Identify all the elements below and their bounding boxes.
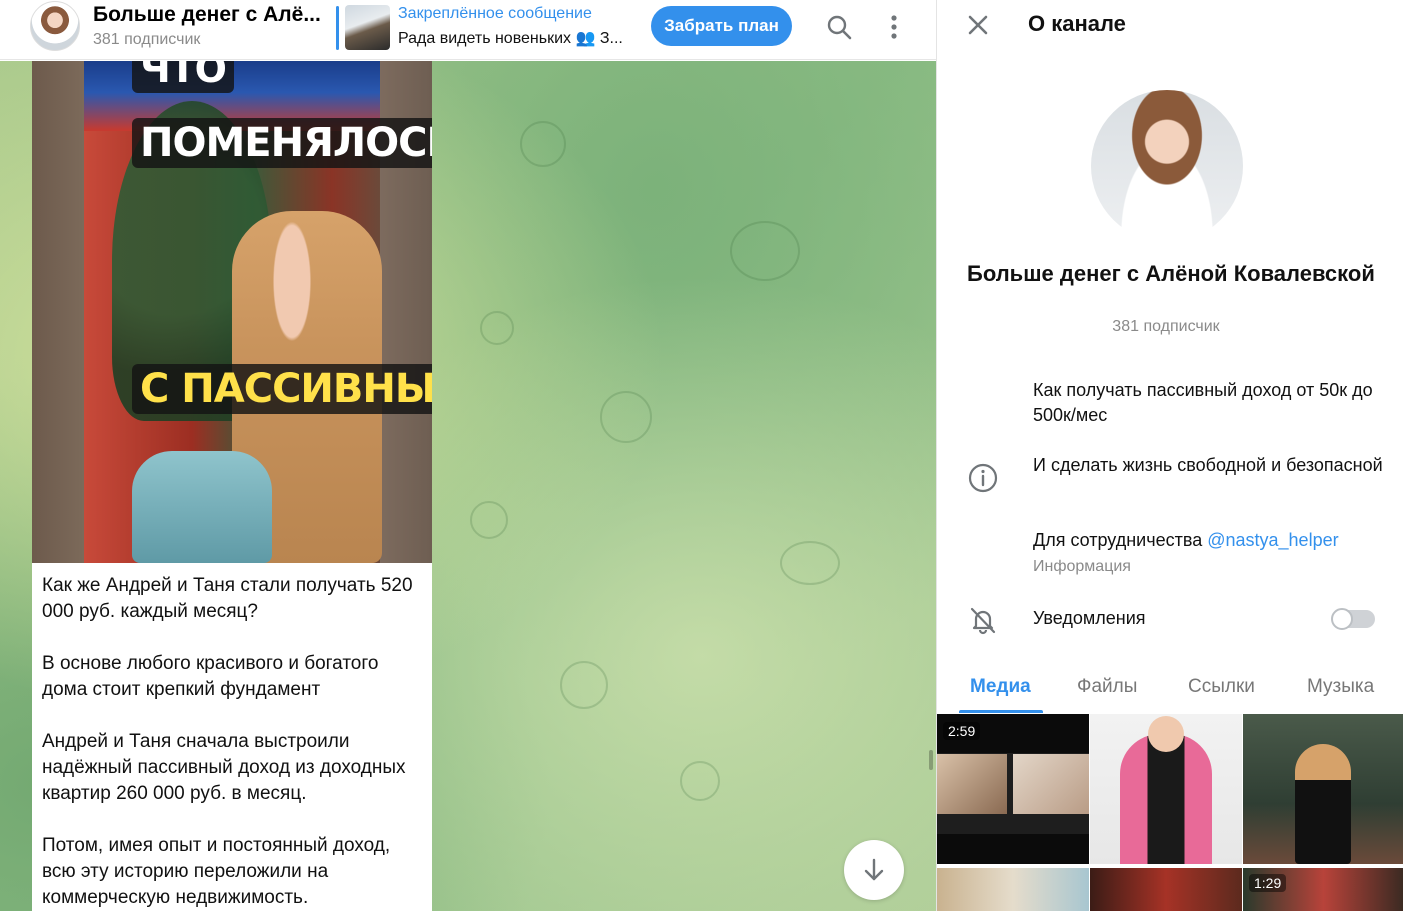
more-vertical-icon[interactable] bbox=[879, 12, 909, 42]
channel-title[interactable]: Больше денег с Алё... bbox=[93, 3, 321, 27]
channel-description-line: И сделать жизнь свободной и безопасной bbox=[1033, 455, 1383, 475]
photo-face bbox=[1148, 716, 1184, 752]
media-thumbnail[interactable] bbox=[1090, 714, 1242, 864]
background-doodle bbox=[470, 501, 508, 539]
cooperation-text: Для сотрудничества bbox=[1033, 530, 1203, 550]
notifications-toggle[interactable] bbox=[1331, 608, 1375, 630]
video-chair bbox=[132, 451, 272, 563]
media-thumbnail[interactable] bbox=[1090, 868, 1242, 911]
video-frame-left bbox=[937, 754, 1007, 814]
video-duration-badge: 2:59 bbox=[943, 722, 981, 740]
channel-description-line: Как получать пассивный доход от 50к до 5… bbox=[1033, 380, 1373, 425]
background-doodle bbox=[680, 761, 720, 801]
video-frame-right bbox=[1013, 754, 1089, 814]
channel-name: Больше денег с Алёной Ковалевской bbox=[967, 261, 1375, 286]
media-thumbnail[interactable] bbox=[1243, 714, 1403, 864]
message-paragraph: В основе любого красивого и богатого дом… bbox=[42, 653, 379, 700]
background-doodle bbox=[600, 391, 652, 443]
pinned-indicator bbox=[336, 6, 339, 50]
media-tabs: Медиа Файлы Ссылки Музыка bbox=[937, 660, 1403, 714]
bell-off-icon bbox=[967, 604, 999, 636]
search-icon[interactable] bbox=[824, 12, 854, 42]
pinned-thumbnail[interactable] bbox=[345, 5, 390, 50]
scroll-down-button[interactable] bbox=[844, 840, 904, 900]
photo-person bbox=[1120, 734, 1212, 864]
close-icon[interactable] bbox=[963, 10, 993, 40]
message-text: Как же Андрей и Таня стали получать 520 … bbox=[32, 563, 432, 911]
info-label: Информация bbox=[1033, 558, 1131, 575]
video-caption-line-2: ПОМЕНЯЛОСЬ bbox=[132, 118, 432, 168]
tab-files[interactable]: Файлы bbox=[1077, 676, 1137, 698]
message-paragraph: Как же Андрей и Таня стали получать 520 … bbox=[42, 575, 413, 622]
background-doodle bbox=[560, 661, 608, 709]
channel-subscribers: 381 подписчик bbox=[93, 31, 201, 48]
message-video-preview[interactable]: ЧТО ПОМЕНЯЛОСЬ С ПАССИВНЫМ bbox=[32, 61, 432, 563]
cooperation-link[interactable]: @nastya_helper bbox=[1207, 530, 1338, 550]
chat-header: Больше денег с Алё... 381 подписчик Закр… bbox=[0, 0, 936, 60]
active-tab-indicator bbox=[959, 710, 1043, 713]
channel-subscribers-count: 381 подписчик bbox=[1112, 318, 1220, 335]
chat-area[interactable]: ЧТО ПОМЕНЯЛОСЬ С ПАССИВНЫМ Как же Андрей… bbox=[0, 61, 936, 911]
pinned-text[interactable]: Рада видеть новеньких 👥 З... bbox=[398, 28, 623, 48]
background-doodle bbox=[520, 121, 566, 167]
arrow-down-icon bbox=[864, 858, 884, 881]
tab-music[interactable]: Музыка bbox=[1307, 676, 1374, 698]
channel-avatar-large[interactable] bbox=[1091, 90, 1243, 242]
video-duration-badge: 1:29 bbox=[1249, 874, 1287, 892]
get-plan-button[interactable]: Забрать план bbox=[651, 6, 792, 46]
background-doodle bbox=[730, 221, 800, 281]
info-icon bbox=[967, 462, 999, 494]
pinned-label[interactable]: Закреплённое сообщение bbox=[398, 5, 592, 23]
media-thumbnail[interactable]: 1:29 bbox=[1243, 868, 1403, 911]
message-paragraph: Андрей и Таня сначала выстроили надёжный… bbox=[42, 731, 406, 804]
media-thumbnail[interactable] bbox=[937, 868, 1089, 911]
tab-links[interactable]: Ссылки bbox=[1188, 676, 1255, 698]
notifications-label: Уведомления bbox=[1033, 608, 1146, 628]
video-caption-line-1: ЧТО bbox=[132, 61, 234, 93]
media-grid: 2:59 1:29 bbox=[937, 714, 1403, 911]
panel-title: О канале bbox=[1028, 11, 1126, 36]
toggle-knob bbox=[1331, 608, 1353, 630]
video-caption-line-3: С ПАССИВНЫМ bbox=[132, 364, 432, 414]
media-thumbnail[interactable]: 2:59 bbox=[937, 714, 1089, 864]
tab-media[interactable]: Медиа bbox=[970, 676, 1031, 698]
background-doodle bbox=[480, 311, 514, 345]
cooperation-line: Для сотрудничества @nastya_helper bbox=[1033, 528, 1383, 553]
message-paragraph: Потом, имея опыт и постоянный доход, всю… bbox=[42, 835, 391, 908]
chat-scrollbar[interactable] bbox=[929, 750, 933, 770]
channel-avatar[interactable] bbox=[30, 1, 80, 51]
photo-person bbox=[1295, 744, 1351, 864]
background-doodle bbox=[780, 541, 840, 585]
channel-info-panel: О канале Больше денег с Алёной Ковалевск… bbox=[936, 0, 1403, 911]
